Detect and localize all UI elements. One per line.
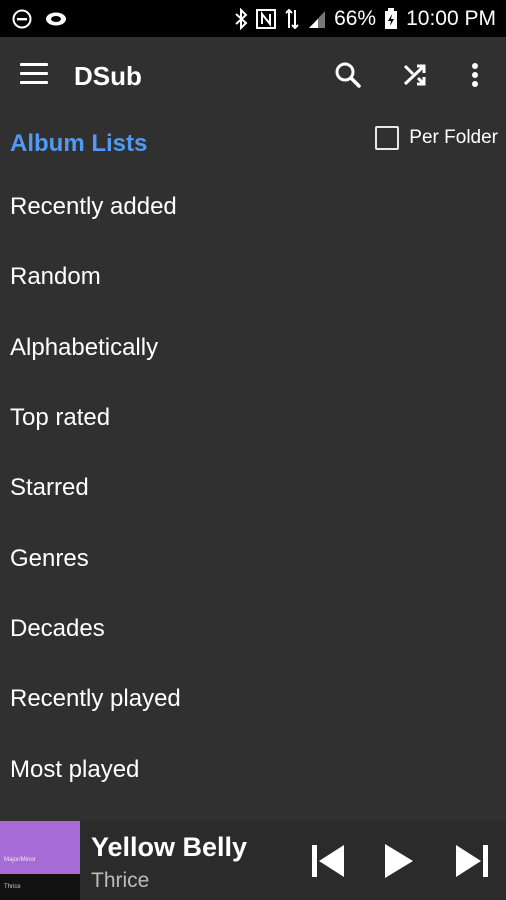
list-item-recently-played[interactable]: Recently played: [0, 664, 506, 734]
clock: 10:00 PM: [406, 6, 496, 30]
bluetooth-icon: [234, 7, 248, 30]
list-item-random[interactable]: Random: [0, 242, 506, 312]
do-not-disturb-icon: [12, 9, 32, 29]
battery-charging-icon: [384, 7, 398, 30]
search-icon[interactable]: [332, 59, 364, 91]
per-folder-label: Per Folder: [409, 127, 498, 148]
data-transfer-icon: [284, 8, 300, 30]
list-item-decades[interactable]: Decades: [0, 594, 506, 664]
per-folder-checkbox[interactable]: [375, 126, 400, 150]
per-folder-toggle[interactable]: Per Folder: [375, 124, 498, 152]
list-item-starred[interactable]: Starred: [0, 453, 506, 523]
shuffle-icon[interactable]: [400, 59, 432, 91]
list-item-genres[interactable]: Genres: [0, 523, 506, 593]
album-art-artist: Thrice: [4, 884, 21, 890]
now-playing-artist: Thrice: [91, 869, 150, 892]
album-art[interactable]: Major/Minor Thrice: [0, 821, 80, 900]
more-options-icon[interactable]: [459, 59, 491, 91]
list-item-top-rated[interactable]: Top rated: [0, 383, 506, 453]
section-title: Album Lists: [10, 130, 148, 157]
previous-track-icon[interactable]: [306, 839, 350, 883]
now-playing-bar[interactable]: Major/Minor Thrice Yellow Belly Thrice: [0, 821, 506, 900]
battery-percentage: 66%: [334, 6, 377, 30]
menu-icon[interactable]: [20, 63, 48, 85]
app-title: DSub: [74, 61, 142, 91]
now-playing-title: Yellow Belly: [91, 832, 248, 862]
play-icon[interactable]: [376, 839, 420, 883]
app-notification-icon: [44, 10, 68, 28]
list-item-most-played[interactable]: Most played: [0, 734, 506, 804]
toolbar: DSub: [0, 37, 506, 115]
next-track-icon[interactable]: [450, 839, 494, 883]
status-bar: 66% 10:00 PM: [0, 0, 506, 37]
album-list-options: Recently added Random Alphabetically Top…: [0, 172, 506, 805]
list-item-recently-added[interactable]: Recently added: [0, 172, 506, 242]
nfc-icon: [256, 8, 277, 29]
album-art-title: Major/Minor: [4, 857, 36, 863]
list-item-alphabetically[interactable]: Alphabetically: [0, 313, 506, 383]
signal-icon: [308, 9, 326, 29]
